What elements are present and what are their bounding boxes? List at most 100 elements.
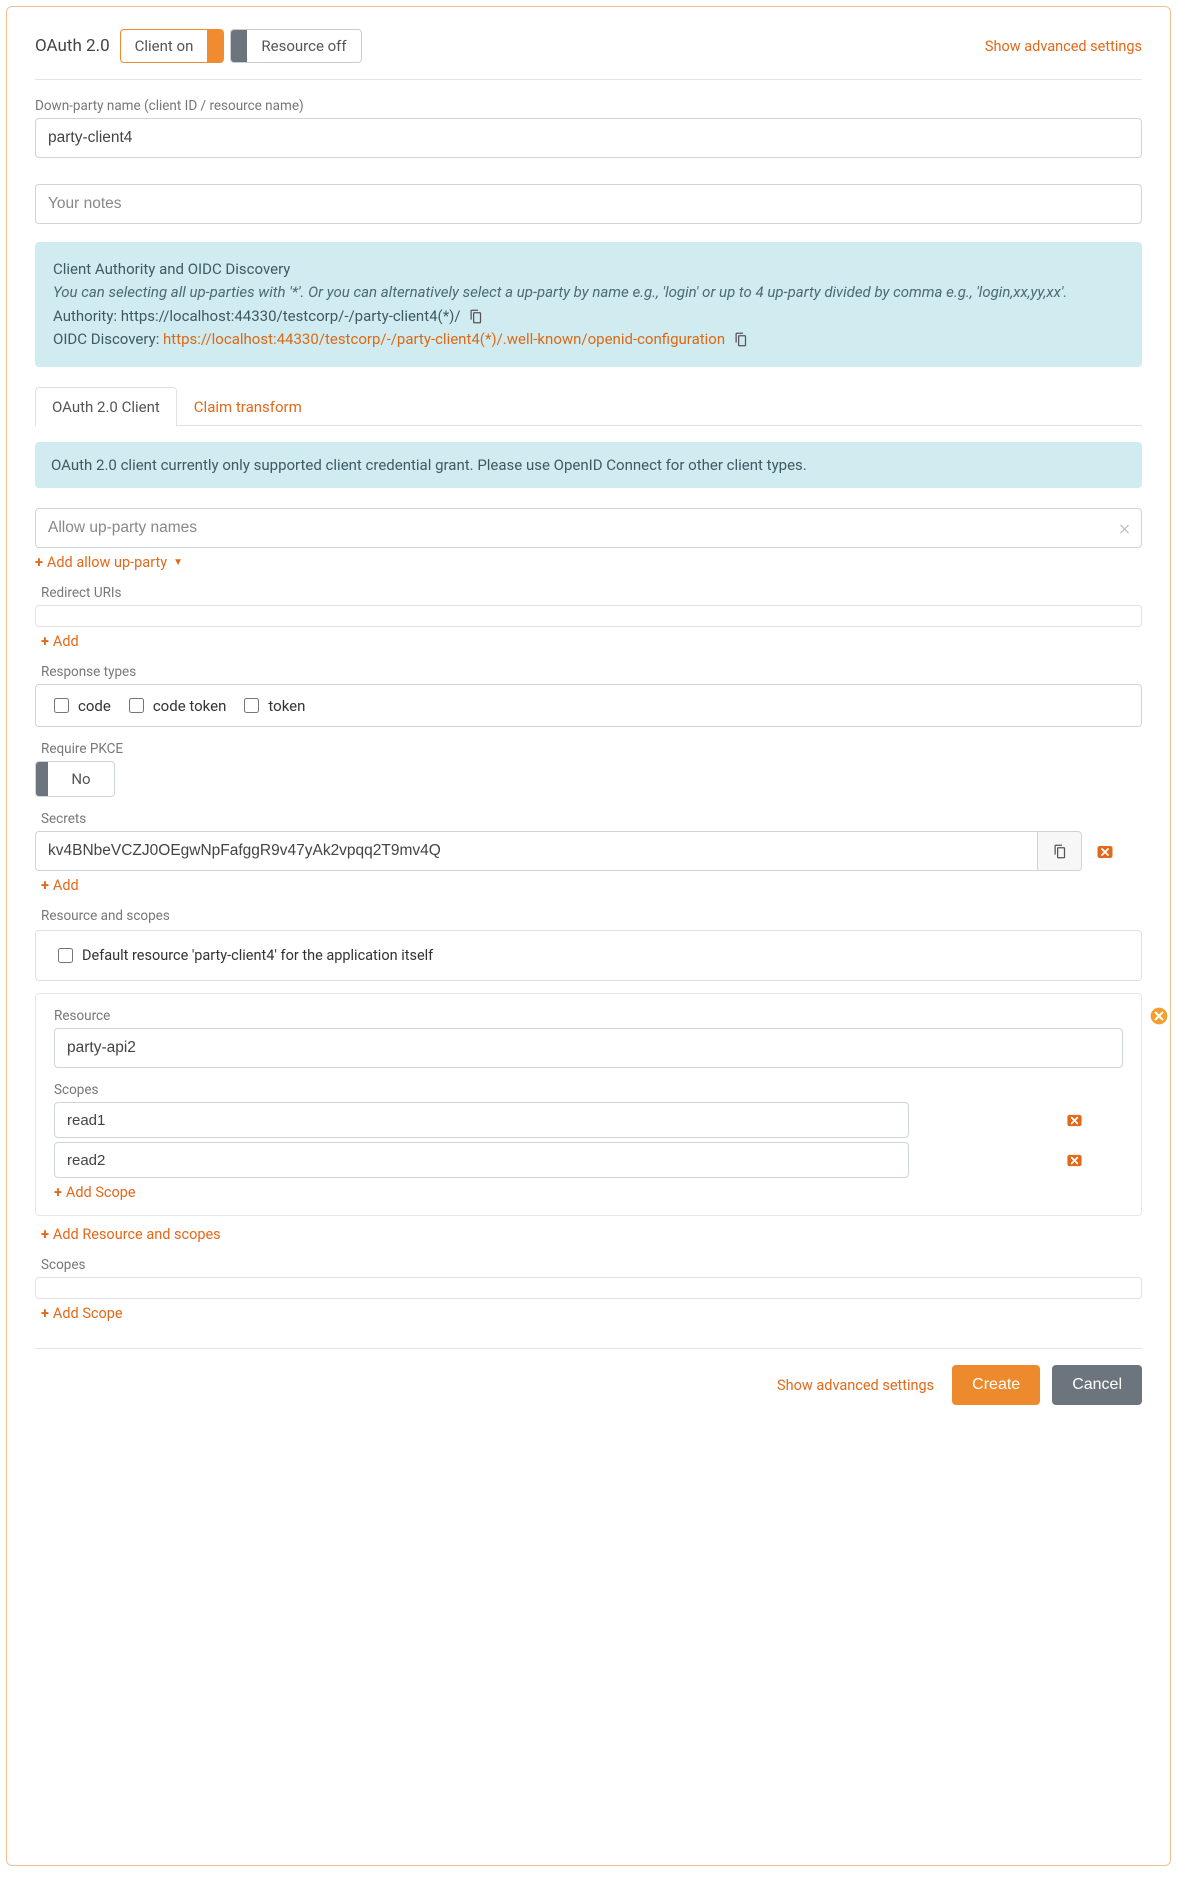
scope-row bbox=[54, 1102, 1123, 1138]
copy-secret-button[interactable] bbox=[1038, 831, 1082, 871]
default-resource-text: Default resource 'party-client4' for the… bbox=[82, 947, 433, 964]
tab-oauth-client[interactable]: OAuth 2.0 Client bbox=[35, 387, 177, 426]
redirect-section: Redirect URIs + Add bbox=[35, 585, 1142, 650]
pkce-section: Require PKCE No bbox=[35, 741, 1142, 797]
resource-scopes-label: Resource and scopes bbox=[41, 908, 1142, 924]
add-secret-button[interactable]: + Add bbox=[41, 877, 79, 894]
scope-input[interactable] bbox=[54, 1102, 909, 1138]
add-resource-button[interactable]: + Add Resource and scopes bbox=[41, 1226, 221, 1243]
show-advanced-footer-link[interactable]: Show advanced settings bbox=[777, 1377, 934, 1394]
outer-scopes-empty-input[interactable] bbox=[35, 1277, 1142, 1299]
tab-strip: OAuth 2.0 Client Claim transform bbox=[35, 387, 1142, 426]
toggle-handle bbox=[36, 762, 48, 796]
clipboard-icon[interactable] bbox=[468, 305, 483, 328]
discovery-label: OIDC Discovery: bbox=[53, 330, 163, 348]
discovery-link[interactable]: https://localhost:44330/testcorp/-/party… bbox=[163, 330, 725, 348]
authority-label: Authority: bbox=[53, 307, 121, 325]
client-notice: OAuth 2.0 client currently only supporte… bbox=[35, 442, 1142, 488]
notes-input[interactable] bbox=[35, 184, 1142, 224]
add-outer-scope-button[interactable]: + Add Scope bbox=[41, 1305, 123, 1322]
outer-scopes-section: Scopes + Add Scope bbox=[35, 1257, 1142, 1322]
page-title: OAuth 2.0 bbox=[35, 36, 120, 56]
resource-toggle[interactable]: Resource off bbox=[230, 29, 361, 63]
show-advanced-link[interactable]: Show advanced settings bbox=[985, 38, 1142, 55]
add-scope-button[interactable]: + Add Scope bbox=[54, 1184, 136, 1201]
secrets-section: Secrets + Add bbox=[35, 811, 1142, 894]
checkbox-default-resource[interactable] bbox=[58, 948, 73, 963]
add-scope-label: Add Scope bbox=[66, 1184, 136, 1201]
resource-card: Resource Scopes + Add Scope bbox=[35, 993, 1142, 1216]
redirect-label: Redirect URIs bbox=[41, 585, 1142, 601]
add-redirect-label: Add bbox=[53, 633, 79, 650]
response-types-row: code code token token bbox=[35, 684, 1142, 727]
plus-icon: + bbox=[54, 1184, 62, 1201]
create-button[interactable]: Create bbox=[952, 1365, 1040, 1405]
secret-input[interactable] bbox=[35, 831, 1038, 871]
authority-value: https://localhost:44330/testcorp/-/party… bbox=[121, 307, 461, 325]
allow-upparty-section: + Add allow up-party ▼ bbox=[35, 508, 1142, 571]
down-party-input[interactable] bbox=[35, 118, 1142, 158]
default-resource-card: Default resource 'party-client4' for the… bbox=[35, 930, 1142, 981]
add-secret-label: Add bbox=[53, 877, 79, 894]
resource-toggle-label: Resource off bbox=[247, 37, 360, 55]
resource-input[interactable] bbox=[54, 1028, 1123, 1068]
client-toggle-label: Client on bbox=[121, 37, 208, 55]
add-outer-scope-label: Add Scope bbox=[53, 1305, 123, 1322]
scopes-label: Scopes bbox=[54, 1082, 1123, 1098]
plus-icon: + bbox=[35, 554, 43, 571]
plus-icon: + bbox=[41, 877, 49, 894]
redirect-empty-input[interactable] bbox=[35, 605, 1142, 627]
response-types-section: Response types code code token token bbox=[35, 664, 1142, 727]
down-party-label: Down-party name (client ID / resource na… bbox=[35, 98, 1142, 114]
down-party-section: Down-party name (client ID / resource na… bbox=[35, 98, 1142, 158]
delete-scope-icon[interactable] bbox=[1066, 1150, 1083, 1170]
resource-scopes-section: Resource and scopes Default resource 'pa… bbox=[35, 908, 1142, 1243]
delete-resource-icon[interactable] bbox=[1149, 1006, 1169, 1031]
caret-down-icon: ▼ bbox=[173, 557, 183, 568]
allow-upparty-input-wrap bbox=[35, 508, 1142, 548]
add-allow-label: Add allow up-party bbox=[47, 554, 167, 571]
pkce-toggle[interactable]: No bbox=[35, 761, 115, 797]
secret-row bbox=[35, 831, 1142, 871]
add-resource-label: Add Resource and scopes bbox=[53, 1226, 221, 1243]
pkce-label: Require PKCE bbox=[41, 741, 1142, 757]
notes-section bbox=[35, 184, 1142, 224]
plus-icon: + bbox=[41, 1305, 49, 1322]
allow-upparty-input[interactable] bbox=[35, 508, 1142, 548]
response-types-label: Response types bbox=[41, 664, 1142, 680]
authority-hint: You can selecting all up-parties with '*… bbox=[53, 283, 1067, 301]
tab-claim-transform[interactable]: Claim transform bbox=[177, 387, 319, 426]
clear-icon[interactable] bbox=[1117, 520, 1132, 537]
delete-secret-icon[interactable] bbox=[1096, 841, 1114, 862]
toggle-handle bbox=[231, 30, 247, 62]
plus-icon: + bbox=[41, 1226, 49, 1243]
default-resource-option[interactable]: Default resource 'party-client4' for the… bbox=[54, 945, 1123, 966]
checkbox-token[interactable] bbox=[244, 698, 259, 713]
plus-icon: + bbox=[41, 633, 49, 650]
secrets-label: Secrets bbox=[41, 811, 1142, 827]
toggle-group: Client on Resource off bbox=[120, 29, 362, 63]
add-allow-upparty-button[interactable]: + Add allow up-party ▼ bbox=[35, 554, 183, 571]
checkbox-code-token[interactable] bbox=[129, 698, 144, 713]
response-type-option[interactable]: code token bbox=[125, 695, 227, 716]
authority-info-box: Client Authority and OIDC Discovery You … bbox=[35, 242, 1142, 367]
response-type-option[interactable]: code bbox=[50, 695, 111, 716]
header: OAuth 2.0 Client on Resource off Show ad… bbox=[35, 29, 1142, 80]
scope-row bbox=[54, 1142, 1123, 1178]
authority-heading: Client Authority and OIDC Discovery bbox=[53, 258, 1124, 281]
add-redirect-button[interactable]: + Add bbox=[41, 633, 79, 650]
toggle-handle bbox=[207, 30, 223, 62]
scope-input[interactable] bbox=[54, 1142, 909, 1178]
delete-scope-icon[interactable] bbox=[1066, 1110, 1083, 1130]
checkbox-code[interactable] bbox=[54, 698, 69, 713]
outer-scopes-label: Scopes bbox=[41, 1257, 1142, 1273]
footer: Show advanced settings Create Cancel bbox=[35, 1348, 1142, 1405]
secret-input-group bbox=[35, 831, 1082, 871]
resource-label: Resource bbox=[54, 1008, 1123, 1024]
response-type-option[interactable]: token bbox=[240, 695, 305, 716]
client-toggle[interactable]: Client on bbox=[120, 29, 225, 63]
clipboard-icon[interactable] bbox=[733, 328, 748, 351]
cancel-button[interactable]: Cancel bbox=[1052, 1365, 1142, 1405]
oauth-config-panel: OAuth 2.0 Client on Resource off Show ad… bbox=[6, 6, 1171, 1866]
pkce-value: No bbox=[48, 770, 114, 788]
